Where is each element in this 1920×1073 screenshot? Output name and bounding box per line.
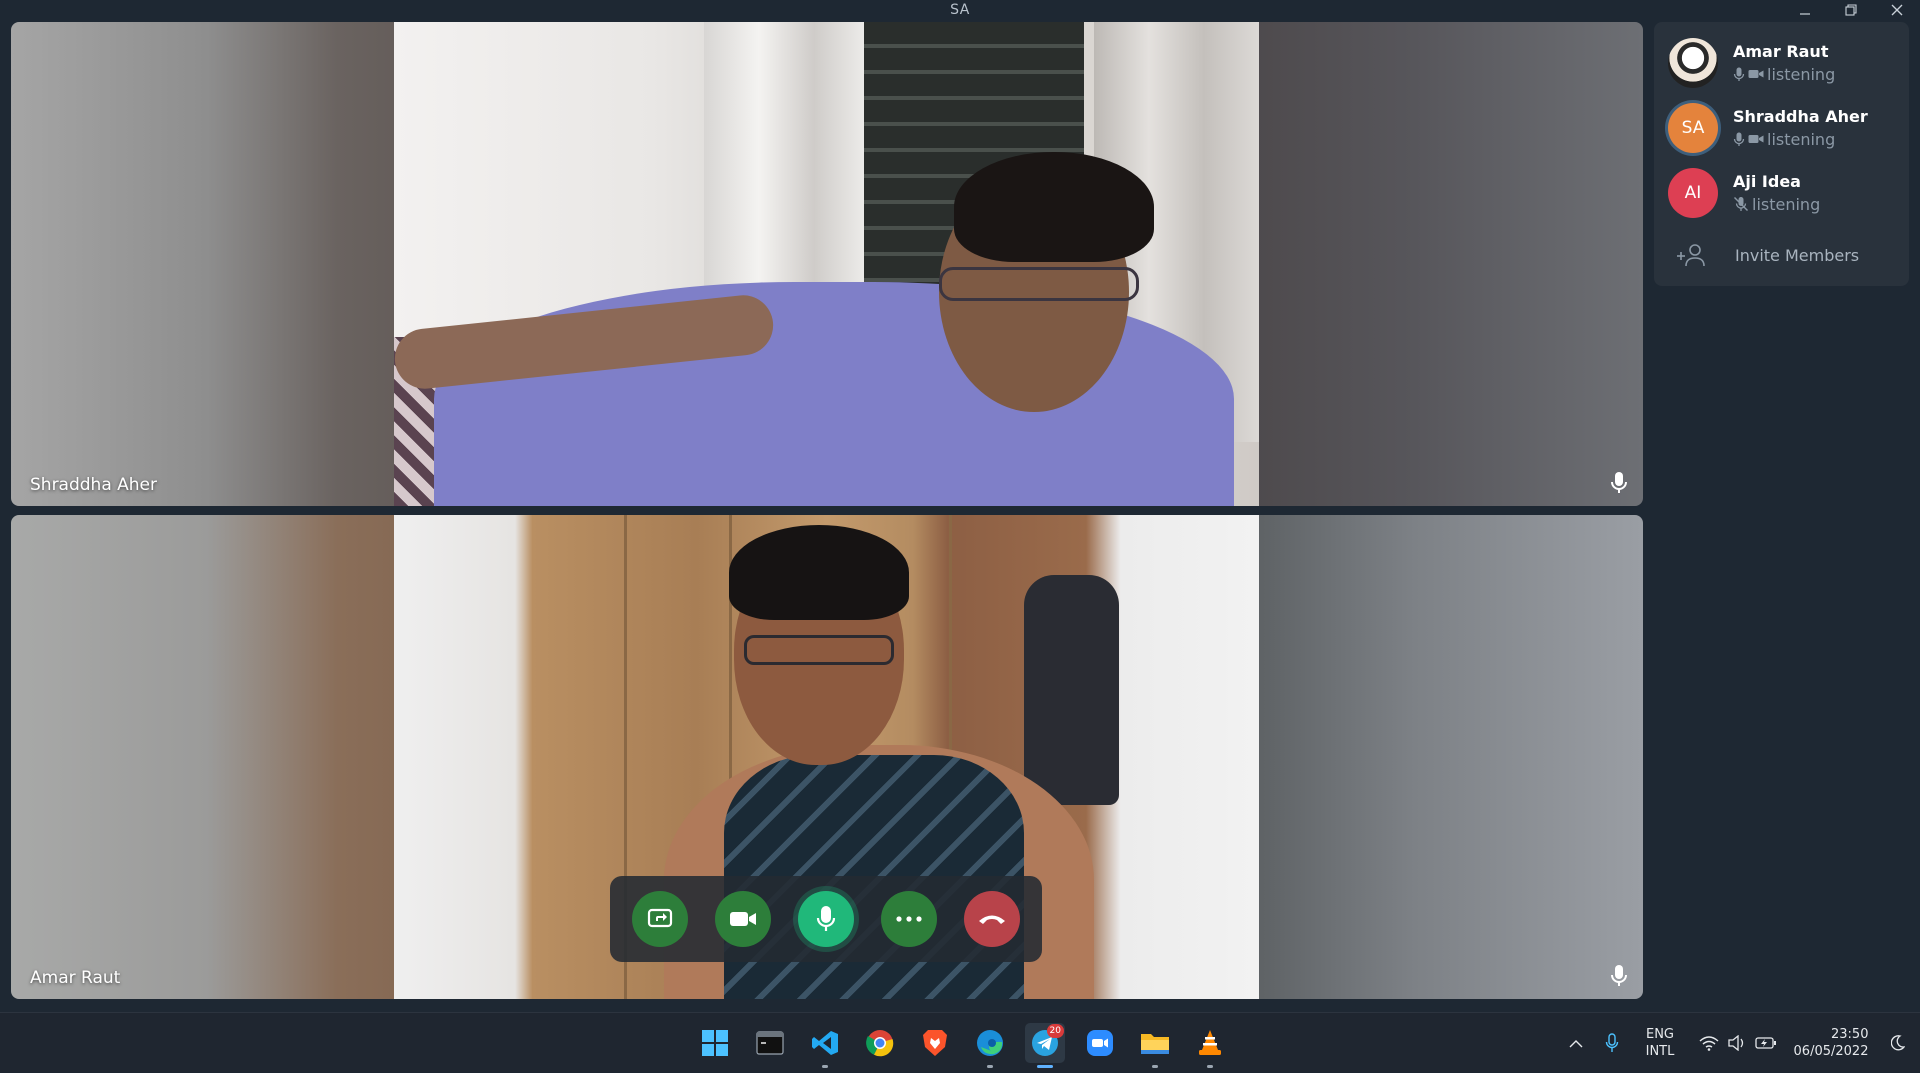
camera-button[interactable] [715,891,771,947]
video-camera-icon [1748,70,1764,78]
call-controls [610,876,1042,962]
taskbar-vscode[interactable] [805,1023,845,1068]
minimize-button[interactable] [1782,0,1828,20]
zoom-icon [1087,1030,1113,1056]
microphone-icon [1733,132,1745,146]
invite-members-button[interactable]: Invite Members [1654,225,1909,285]
participant-shraddha-aher[interactable]: SA Shraddha Aher listening [1654,95,1909,160]
folder-icon [1141,1034,1169,1054]
language-indicator[interactable]: ENG INTL [1630,1026,1690,1060]
close-button[interactable] [1874,0,1920,20]
restore-button[interactable] [1828,0,1874,20]
video-tile-shraddha[interactable]: Shraddha Aher [11,22,1643,506]
vlc-icon [1199,1030,1221,1055]
tile-name-label: Shraddha Aher [30,475,158,495]
speaker-icon [1728,1035,1744,1051]
moon-icon [1891,1035,1905,1051]
taskbar-brave[interactable] [915,1023,955,1063]
chevron-up-icon [1569,1039,1583,1047]
minimize-icon [1800,13,1810,15]
microphone-button[interactable] [798,891,854,947]
restore-icon [1845,4,1857,16]
tray-microphone[interactable] [1594,1013,1630,1073]
taskbar-vlc[interactable] [1190,1023,1230,1068]
language-code: ENG [1645,1027,1674,1042]
video-feed [394,22,1259,506]
microphone-icon [1611,965,1627,986]
microphone-muted-icon [1734,197,1748,211]
taskbar-terminal[interactable] [750,1023,790,1063]
close-icon [1891,4,1903,16]
screen-share-icon [647,908,673,928]
participant-status: listening [1767,129,1836,149]
clock[interactable]: 23:50 06/05/2022 [1786,1026,1876,1060]
keyboard-layout: INTL [1645,1044,1675,1059]
window-title: SA [950,2,970,18]
chrome-icon [866,1030,894,1057]
telegram-unread-badge: 20 [1046,1024,1064,1038]
windows-start-icon [702,1030,728,1056]
add-person-icon [1677,244,1705,267]
microphone-icon [1733,67,1745,81]
vscode-icon [812,1031,838,1055]
terminal-icon [756,1031,784,1055]
title-bar: SA [0,0,1920,20]
end-call-button[interactable] [964,891,1020,947]
taskbar-chrome[interactable] [860,1023,900,1063]
focus-assist-button[interactable] [1884,1013,1912,1073]
participant-aji-idea[interactable]: AI Aji Idea listening [1654,160,1909,225]
taskbar: 20 ENG INTL 23:50 06/05/2022 [0,1012,1920,1072]
microphone-icon [1611,472,1627,493]
invite-members-label: Invite Members [1735,245,1860,265]
show-hidden-icons-button[interactable] [1558,1013,1594,1073]
video-camera-icon [1748,135,1764,143]
hang-up-icon [979,915,1005,924]
system-tray: ENG INTL 23:50 06/05/2022 [1558,1013,1920,1073]
edge-icon [977,1030,1003,1056]
more-icon [896,916,922,922]
participant-name: Amar Raut [1733,41,1829,61]
clock-date: 06/05/2022 [1793,1044,1869,1059]
avatar [1668,37,1718,88]
more-button[interactable] [881,891,937,947]
participant-status: listening [1752,194,1821,214]
participant-name: Shraddha Aher [1733,106,1868,126]
battery-charging-icon [1755,1037,1776,1049]
taskbar-file-explorer[interactable] [1135,1023,1175,1068]
microphone-icon [816,906,836,931]
participant-name: Aji Idea [1733,171,1801,191]
participant-amar-raut[interactable]: Amar Raut listening [1654,30,1909,95]
microphone-icon [1605,1033,1619,1052]
screen-share-button[interactable] [632,891,688,947]
clock-time: 23:50 [1831,1027,1869,1042]
quick-settings-button[interactable] [1690,1013,1786,1073]
participant-status: listening [1767,64,1836,84]
tile-name-label: Amar Raut [30,968,121,988]
brave-icon [923,1030,947,1056]
participants-panel: Amar Raut listening SA Shraddha Aher lis… [1654,22,1909,286]
video-camera-icon [730,912,756,926]
telegram-call-window: SA Shraddha Aher Amar Raut Amar Raut lis… [0,0,1920,1012]
avatar: SA [1668,102,1718,153]
window-controls [1782,0,1920,20]
taskbar-edge[interactable] [970,1023,1010,1068]
avatar: AI [1668,167,1718,218]
taskbar-telegram[interactable]: 20 [1025,1023,1065,1068]
taskbar-start-button[interactable] [695,1023,735,1063]
wifi-icon [1699,1036,1719,1051]
taskbar-apps: 20 [695,1013,1230,1073]
taskbar-zoom[interactable] [1080,1023,1120,1063]
